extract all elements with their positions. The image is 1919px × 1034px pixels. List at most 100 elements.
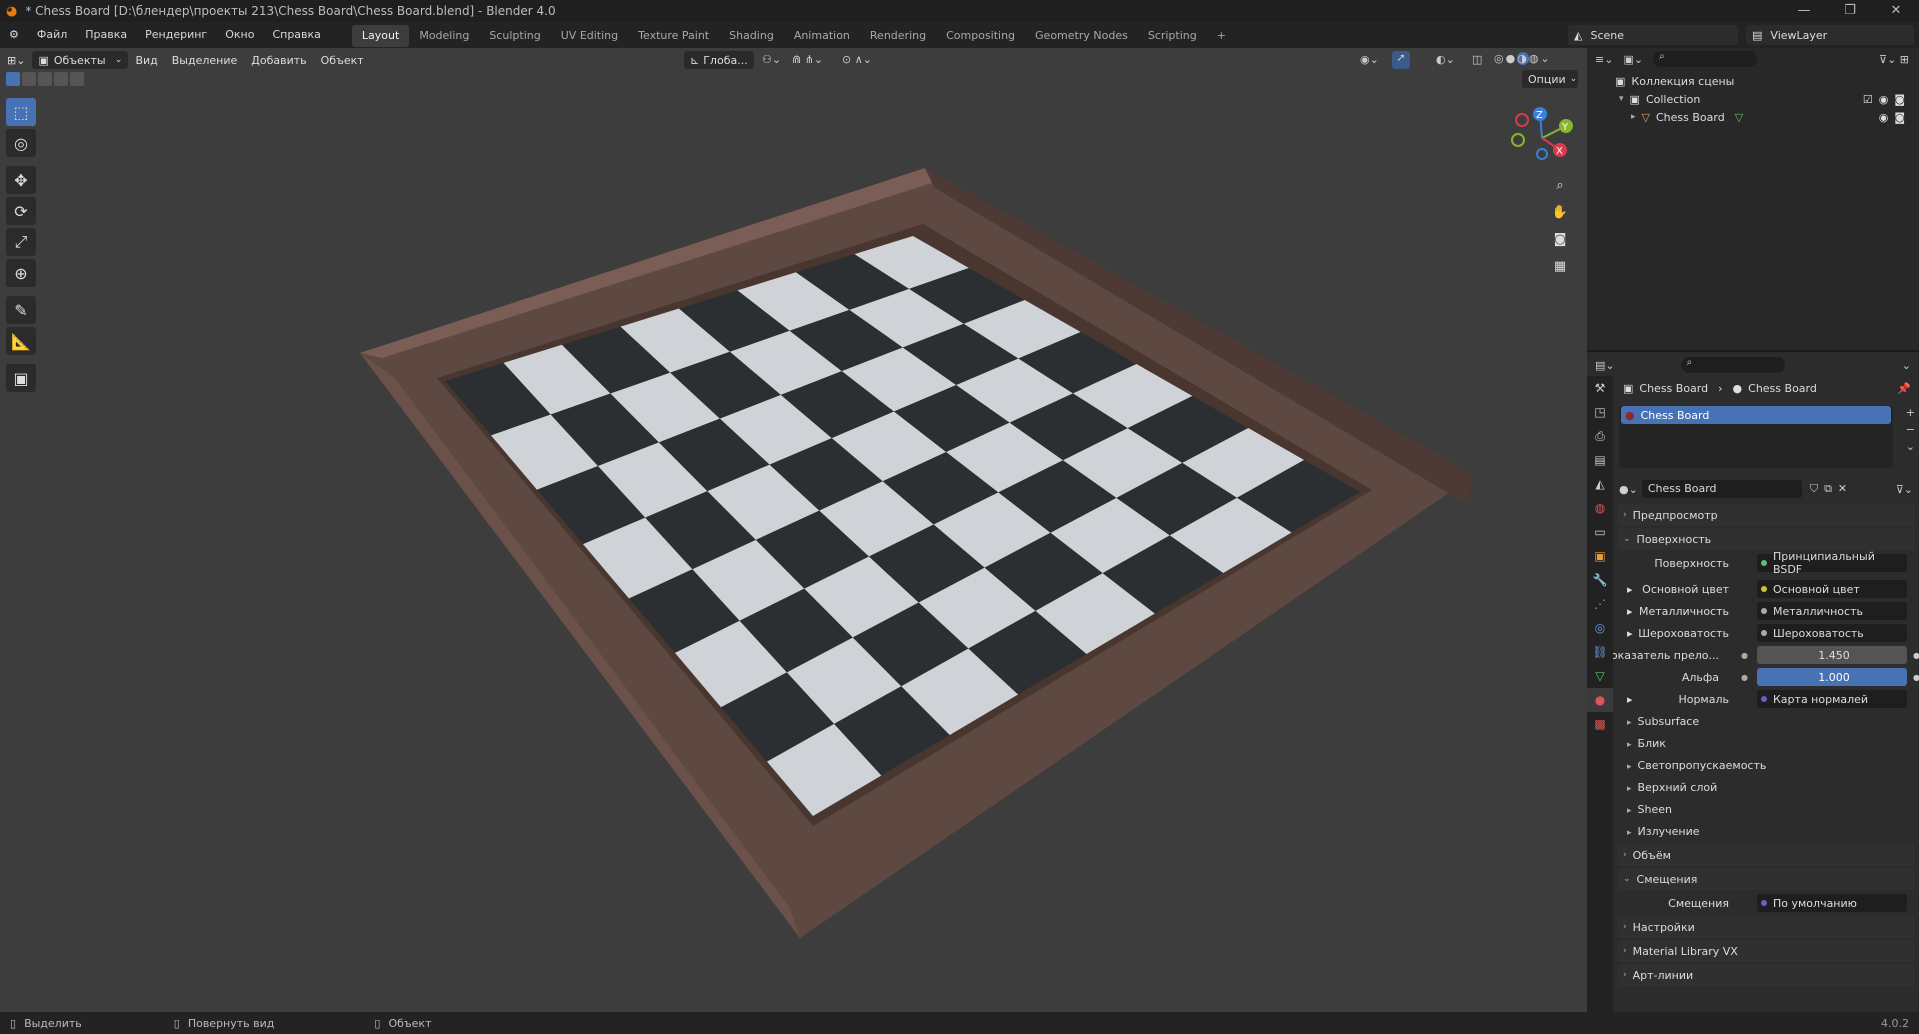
tab-animation[interactable]: Animation: [784, 25, 860, 47]
tab-uv-editing[interactable]: UV Editing: [551, 25, 628, 47]
add-slot-button[interactable]: +: [1906, 406, 1915, 419]
subpanel-specular[interactable]: ▸ Блик: [1613, 732, 1919, 754]
world-tab-icon[interactable]: ◍: [1587, 496, 1613, 520]
pin-icon[interactable]: 📌: [1897, 382, 1911, 395]
slot-menu-button[interactable]: ⌄: [1906, 440, 1915, 453]
subpanel-transmission[interactable]: ▸ Светопропускаемость: [1613, 754, 1919, 776]
displacement-field[interactable]: По умолчанию: [1757, 894, 1907, 912]
maximize-button[interactable]: ❐: [1827, 0, 1873, 22]
material-browse-icon[interactable]: ●⌄: [1619, 483, 1638, 496]
remove-slot-button[interactable]: −: [1906, 423, 1915, 436]
outliner[interactable]: ≡⌄ ▣⌄ ⌕ ⊽⌄ ⊞ ▣ Коллекция сцены ▾ ▣ Colle…: [1587, 48, 1919, 352]
outliner-object-chess-board[interactable]: ▸ ▽ Chess Board ▽ ◉◙: [1587, 108, 1919, 126]
panel-material-library[interactable]: › Material Library VX: [1617, 940, 1915, 962]
minimize-button[interactable]: —: [1781, 0, 1827, 22]
texture-tab-icon[interactable]: ▩: [1587, 712, 1613, 736]
roughness-field[interactable]: Шероховатость: [1757, 624, 1907, 642]
alpha-field[interactable]: 1.000: [1757, 668, 1907, 686]
outliner-collection[interactable]: ▾ ▣ Collection ☑◉◙: [1587, 90, 1919, 108]
tab-rendering[interactable]: Rendering: [860, 25, 936, 47]
ortho-grid-icon[interactable]: ▦: [1548, 254, 1572, 278]
display-mode-icon[interactable]: ▣⌄: [1623, 53, 1643, 66]
gizmo-neg-x[interactable]: [1515, 113, 1529, 127]
properties-search-field[interactable]: ⌕: [1680, 357, 1785, 373]
collection-tab-icon[interactable]: ▭: [1587, 520, 1613, 544]
keyframe-dot-icon[interactable]: ●: [1913, 651, 1919, 660]
tool-cursor[interactable]: ◎: [6, 129, 36, 157]
tab-compositing[interactable]: Compositing: [936, 25, 1025, 47]
add-workspace-button[interactable]: +: [1207, 25, 1236, 47]
tab-geometry-nodes[interactable]: Geometry Nodes: [1025, 25, 1138, 47]
subpanel-subsurface[interactable]: ▸ Subsurface: [1613, 710, 1919, 732]
data-tab-icon[interactable]: ▽: [1587, 664, 1613, 688]
metallic-field[interactable]: Металличность: [1757, 602, 1907, 620]
tool-select-box[interactable]: ⬚: [6, 98, 36, 126]
panel-lineart[interactable]: › Арт-линии: [1617, 964, 1915, 986]
render-tab-icon[interactable]: ◳: [1587, 400, 1613, 424]
material-tab-icon[interactable]: ●: [1587, 688, 1613, 712]
tab-modeling[interactable]: Modeling: [409, 25, 479, 47]
panel-preview[interactable]: › Предпросмотр: [1617, 504, 1915, 526]
view-layer-tab-icon[interactable]: ▤: [1587, 448, 1613, 472]
constraints-tab-icon[interactable]: ⛓: [1587, 640, 1613, 664]
link-icon[interactable]: ⊽⌄: [1896, 483, 1913, 496]
expand-arrow-icon[interactable]: ▸: [1627, 583, 1633, 596]
tool-add-cube[interactable]: ▣: [6, 364, 36, 392]
close-button[interactable]: ✕: [1873, 0, 1919, 22]
expand-arrow-icon[interactable]: ▾: [1619, 94, 1624, 104]
visibility-toggles[interactable]: ◉◙: [1879, 111, 1911, 124]
material-slot-list[interactable]: ● Chess Board: [1619, 406, 1893, 468]
expand-arrow-icon[interactable]: ▸: [1627, 627, 1633, 640]
menu-window[interactable]: Окно: [216, 22, 263, 48]
tab-layout[interactable]: Layout: [351, 25, 410, 47]
keyframe-dot-icon[interactable]: ●: [1913, 673, 1919, 682]
outliner-scene-collection[interactable]: ▣ Коллекция сцены: [1587, 72, 1919, 90]
surface-shader-field[interactable]: Принципиальный BSDF: [1757, 550, 1907, 576]
panel-surface[interactable]: ⌄ Поверхность: [1617, 528, 1915, 550]
blender-menu-icon[interactable]: ⚙: [0, 22, 28, 48]
tool-rotate[interactable]: ⟳: [6, 197, 36, 225]
gizmo-neg-z[interactable]: [1536, 148, 1548, 160]
3d-viewport[interactable]: ⊞⌄ ▣ Объекты ⌄ Вид Выделение Добавить Об…: [0, 48, 1587, 1012]
navigation-gizmo[interactable]: Z Y X: [1508, 104, 1576, 170]
ior-field[interactable]: 1.450: [1757, 646, 1907, 664]
output-tab-icon[interactable]: ⎙: [1587, 424, 1613, 448]
panel-settings[interactable]: › Настройки: [1617, 916, 1915, 938]
menu-edit[interactable]: Правка: [76, 22, 136, 48]
outliner-search-field[interactable]: ⌕: [1653, 51, 1758, 67]
subpanel-coat[interactable]: ▸ Верхний слой: [1613, 776, 1919, 798]
base-color-field[interactable]: Основной цвет: [1757, 580, 1907, 598]
menu-file[interactable]: Файл: [28, 22, 76, 48]
pan-hand-icon[interactable]: ✋: [1548, 200, 1572, 224]
viewlayer-selector[interactable]: ▤ ViewLayer: [1746, 25, 1914, 45]
scene-selector[interactable]: ◭ Scene: [1568, 25, 1738, 45]
visibility-toggles[interactable]: ☑◉◙: [1863, 93, 1911, 106]
properties-editor[interactable]: ▤⌄ ⌕ ⌄ ⚒ ◳ ⎙ ▤ ◭ ◍ ▭ ▣ 🔧 ⋰ ◎ ⛓ ▽ ● ▩ ▣ C…: [1587, 354, 1919, 1012]
zoom-icon[interactable]: ⌕: [1548, 173, 1572, 197]
tool-measure[interactable]: 📐: [6, 327, 36, 355]
expand-arrow-icon[interactable]: ▸: [1627, 605, 1633, 618]
panel-volume[interactable]: › Объём: [1617, 844, 1915, 866]
properties-editor-icon[interactable]: ▤⌄: [1595, 359, 1615, 372]
tab-shading[interactable]: Shading: [719, 25, 784, 47]
subpanel-sheen[interactable]: ▸ Sheen: [1613, 798, 1919, 820]
tab-texture-paint[interactable]: Texture Paint: [628, 25, 719, 47]
material-slot-item[interactable]: ● Chess Board: [1621, 406, 1891, 424]
expand-arrow-icon[interactable]: ▸: [1627, 693, 1633, 706]
menu-help[interactable]: Справка: [263, 22, 329, 48]
tool-scale[interactable]: ⤢: [6, 228, 36, 256]
gizmo-neg-y[interactable]: [1511, 133, 1525, 147]
chevron-down-icon[interactable]: ⌄: [1902, 359, 1911, 372]
modifier-tab-icon[interactable]: 🔧: [1587, 568, 1613, 592]
filter-icon[interactable]: ⊽⌄ ⊞: [1879, 53, 1909, 66]
tab-sculpting[interactable]: Sculpting: [479, 25, 550, 47]
outliner-editor-icon[interactable]: ≡⌄: [1595, 53, 1613, 66]
material-actions-icons[interactable]: ⛉⧉✕: [1810, 482, 1853, 496]
expand-arrow-icon[interactable]: ▸: [1631, 112, 1636, 122]
tool-move[interactable]: ✥: [6, 166, 36, 194]
tool-transform[interactable]: ⊕: [6, 259, 36, 287]
particles-tab-icon[interactable]: ⋰: [1587, 592, 1613, 616]
object-tab-icon[interactable]: ▣: [1587, 544, 1613, 568]
mesh-data-icon[interactable]: ▽: [1735, 111, 1743, 124]
menu-render[interactable]: Рендеринг: [136, 22, 216, 48]
